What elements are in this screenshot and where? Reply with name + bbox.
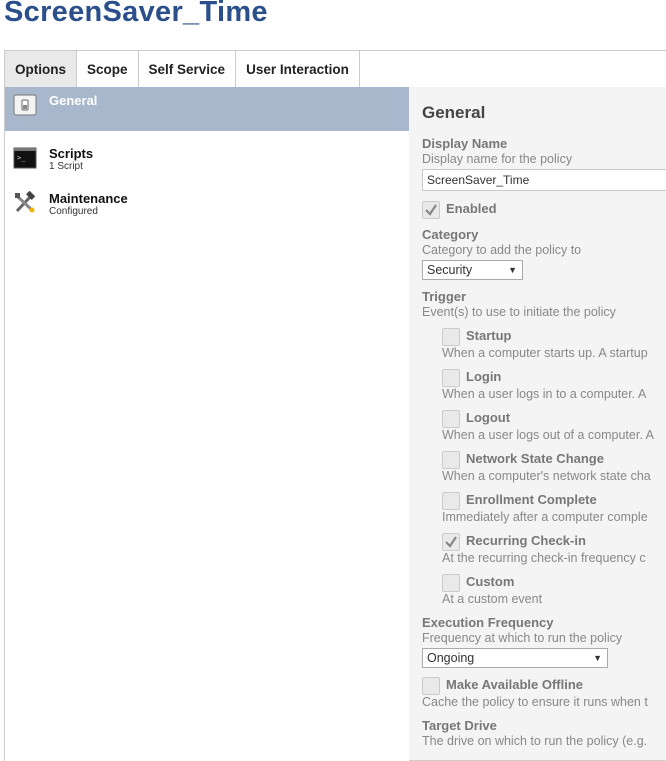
make-available-offline-desc: Cache the policy to ensure it runs when … bbox=[422, 695, 648, 709]
sidebar-item-maintenance[interactable]: Maintenance Configured bbox=[5, 183, 409, 227]
recurring-check-in-checkbox[interactable] bbox=[442, 533, 460, 551]
sidebar-item-sub: 1 Script bbox=[49, 161, 83, 172]
enrollment-complete-checkbox[interactable] bbox=[442, 492, 460, 510]
trigger-desc: Event(s) to use to initiate the policy bbox=[422, 305, 616, 319]
login-checkbox[interactable] bbox=[442, 369, 460, 387]
custom-desc: At a custom event bbox=[442, 592, 543, 606]
custom-checkbox[interactable] bbox=[442, 574, 460, 592]
category-select[interactable]: Security ▼ bbox=[422, 260, 523, 280]
logout-checkbox[interactable] bbox=[442, 410, 460, 428]
sidebar: General >_ Scripts 1 Script Maintenance … bbox=[4, 87, 410, 761]
svg-text:>_: >_ bbox=[17, 154, 26, 162]
tab-user-interaction[interactable]: User Interaction bbox=[236, 51, 360, 87]
sidebar-item-sub: Configured bbox=[49, 206, 98, 217]
startup-checkbox[interactable] bbox=[442, 328, 460, 346]
category-desc: Category to add the policy to bbox=[422, 243, 582, 257]
trigger-label: Trigger bbox=[422, 289, 467, 304]
custom-label: Custom bbox=[466, 574, 515, 589]
checkmark-icon bbox=[425, 204, 437, 216]
logout-label: Logout bbox=[466, 410, 511, 425]
startup-desc: When a computer starts up. A startup bbox=[442, 346, 648, 360]
network-state-change-label: Network State Change bbox=[466, 451, 604, 466]
recurring-check-in-desc: At the recurring check-in frequency c bbox=[442, 551, 646, 565]
display-name-desc: Display name for the policy bbox=[422, 152, 573, 166]
tab-scope[interactable]: Scope bbox=[77, 51, 139, 87]
display-name-field[interactable]: ScreenSaver_Time bbox=[422, 169, 666, 191]
sidebar-item-label: Maintenance bbox=[49, 191, 128, 206]
enabled-checkbox[interactable] bbox=[422, 201, 440, 219]
network-state-change-desc: When a computer's network state cha bbox=[442, 469, 651, 483]
sidebar-item-scripts[interactable]: >_ Scripts 1 Script bbox=[5, 138, 409, 182]
triangle-down-icon: ▼ bbox=[508, 265, 517, 275]
target-drive-label: Target Drive bbox=[422, 718, 497, 733]
execution-frequency-desc: Frequency at which to run the policy bbox=[422, 631, 623, 645]
execution-frequency-select[interactable]: Ongoing ▼ bbox=[422, 648, 608, 668]
make-available-offline-label: Make Available Offline bbox=[446, 677, 584, 692]
category-value: Security bbox=[427, 263, 473, 277]
enrollment-complete-desc: Immediately after a computer comple bbox=[442, 510, 648, 524]
tools-icon bbox=[13, 190, 37, 215]
recurring-check-in-label: Recurring Check-in bbox=[466, 533, 586, 548]
switch-icon bbox=[13, 93, 37, 117]
sidebar-item-label: General bbox=[49, 93, 98, 108]
page-title: ScreenSaver_Time bbox=[4, 0, 268, 28]
section-title: General bbox=[422, 103, 486, 122]
sidebar-item-general[interactable]: General bbox=[5, 87, 409, 131]
network-state-change-checkbox[interactable] bbox=[442, 451, 460, 469]
general-panel: General Display Name Display name for th… bbox=[409, 87, 666, 761]
enabled-label: Enabled bbox=[446, 201, 497, 216]
enrollment-complete-label: Enrollment Complete bbox=[466, 492, 597, 507]
terminal-icon: >_ bbox=[13, 146, 37, 170]
category-label: Category bbox=[422, 227, 479, 242]
tab-self-service[interactable]: Self Service bbox=[139, 51, 237, 87]
tab-options[interactable]: Options bbox=[5, 51, 77, 87]
startup-label: Startup bbox=[466, 328, 512, 343]
make-available-offline-checkbox[interactable] bbox=[422, 677, 440, 695]
logout-desc: When a user logs out of a computer. A bbox=[442, 428, 654, 442]
sidebar-item-label: Scripts bbox=[49, 146, 94, 161]
checkmark-icon bbox=[445, 536, 457, 548]
target-drive-desc: The drive on which to run the policy (e.… bbox=[422, 734, 648, 748]
login-label: Login bbox=[466, 369, 502, 384]
login-desc: When a user logs in to a computer. A bbox=[442, 387, 647, 401]
tab-bar: Options Scope Self Service User Interact… bbox=[4, 50, 666, 87]
display-name-label: Display Name bbox=[422, 136, 508, 151]
triangle-down-icon: ▼ bbox=[593, 653, 602, 663]
execution-frequency-value: Ongoing bbox=[427, 651, 475, 665]
execution-frequency-label: Execution Frequency bbox=[422, 615, 554, 630]
